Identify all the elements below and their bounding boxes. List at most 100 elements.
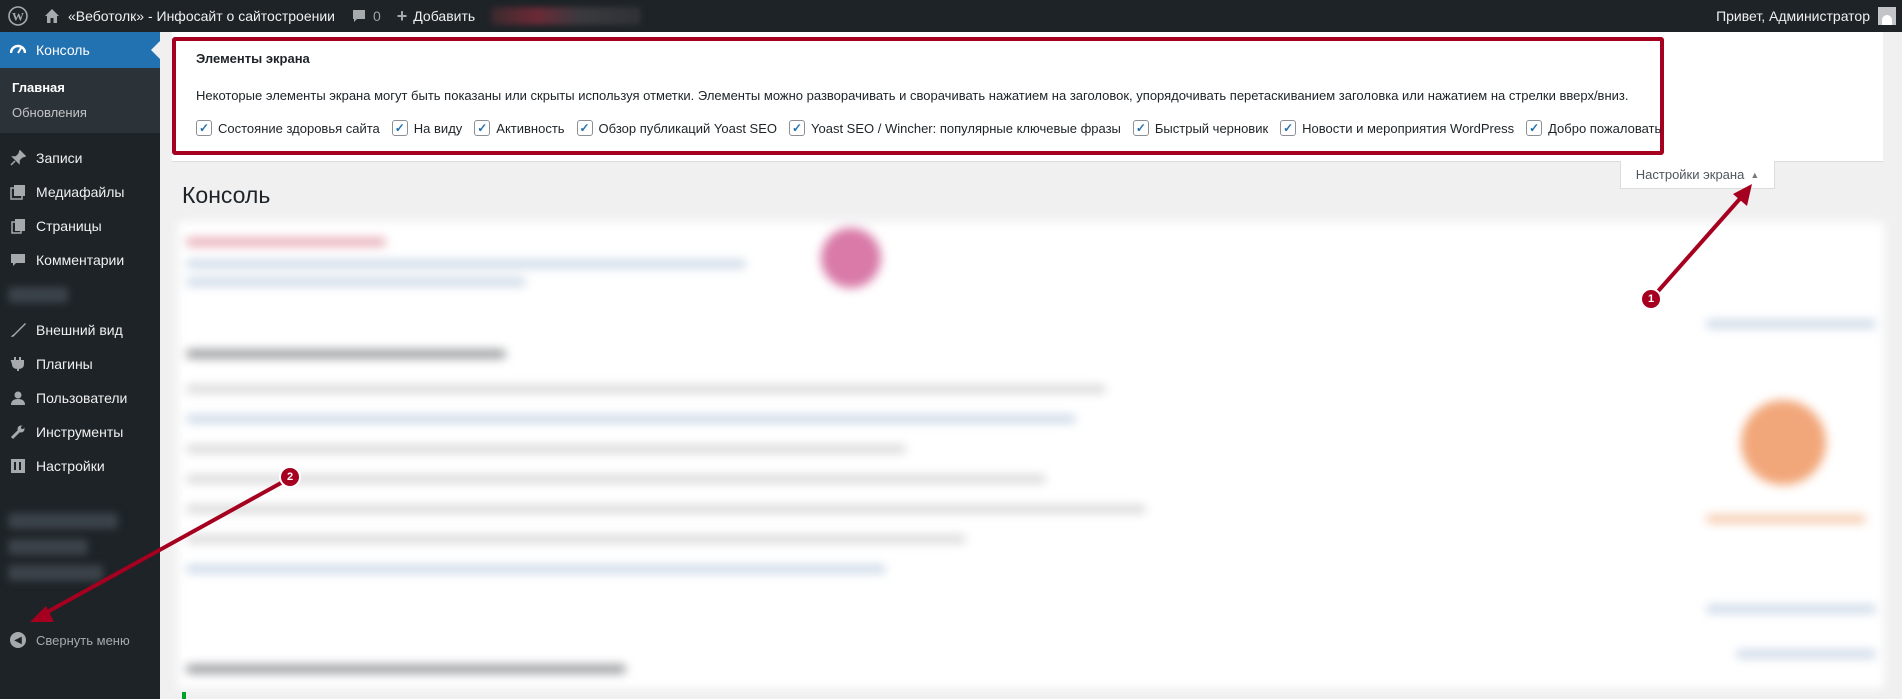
checkbox-checked[interactable]: ✓ xyxy=(391,120,408,136)
checkbox-checked[interactable]: ✓ xyxy=(1132,120,1149,136)
widget-accent xyxy=(182,692,186,699)
option-yoast-wincher[interactable]: ✓ Yoast SEO / Wincher: популярные ключевы… xyxy=(789,120,1121,136)
appearance-icon xyxy=(10,322,26,338)
console-submenu: Главная Обновления xyxy=(0,68,160,133)
menu-item-appearance[interactable]: Внешний вид xyxy=(0,313,160,347)
option-label: Новости и мероприятия WordPress xyxy=(1302,120,1515,136)
blurred-line xyxy=(186,278,526,286)
screen-options-highlight: Элементы экрана Некоторые элементы экран… xyxy=(172,37,1664,155)
greeting: Привет, Администратор xyxy=(1716,8,1870,24)
pin-icon xyxy=(10,150,26,166)
option-label: Добро пожаловать xyxy=(1548,120,1662,136)
submenu-item-updates[interactable]: Обновления xyxy=(0,100,160,125)
blurred-line xyxy=(186,445,906,453)
home-icon xyxy=(45,9,59,23)
menu-item-tools[interactable]: Инструменты xyxy=(0,415,160,449)
admin-menu: Консоль Главная Обновления Записи Медиаф… xyxy=(0,32,160,699)
option-label: Быстрый черновик xyxy=(1154,120,1269,136)
blurred-line xyxy=(186,475,1046,483)
option-site-health[interactable]: ✓ Состояние здоровья сайта xyxy=(196,120,380,136)
site-name: «Веботолк» - Инфосайт о сайтостроении xyxy=(68,8,335,24)
screen-options-panel: Элементы экрана Некоторые элементы экран… xyxy=(172,32,1883,162)
blurred-line xyxy=(186,260,746,268)
collapse-arrow-icon: ◀ xyxy=(10,632,26,648)
pages-icon xyxy=(10,218,26,234)
comments-link[interactable]: 0 xyxy=(343,0,389,32)
screen-options-checkboxes: ✓ Состояние здоровья сайта ✓ На виду ✓ Акти… xyxy=(196,120,1661,136)
collapse-menu-button[interactable]: ◀ Свернуть меню xyxy=(10,632,130,648)
blurred-line xyxy=(1736,650,1876,658)
arrow-up-icon: ▲ xyxy=(1750,169,1760,180)
menu-item-media[interactable]: Медиафайлы xyxy=(0,175,160,209)
blurred-menu-item xyxy=(8,539,88,555)
option-label: На виду xyxy=(413,120,463,136)
blurred-menu-item xyxy=(8,565,103,581)
users-icon xyxy=(10,390,26,406)
user-account-link[interactable]: Привет, Администратор xyxy=(1716,7,1902,25)
blurred-menu-item xyxy=(8,287,68,303)
annotation-badge-1: 1 xyxy=(1640,288,1662,310)
tools-icon xyxy=(10,424,26,440)
menu-item-label: Инструменты xyxy=(36,424,124,440)
blurred-line xyxy=(1706,320,1876,328)
option-label: Yoast SEO / Wincher: популярные ключевые… xyxy=(811,120,1121,136)
menu-item-posts[interactable]: Записи xyxy=(0,141,160,175)
option-activity[interactable]: ✓ Активность xyxy=(474,120,565,136)
avatar xyxy=(1878,7,1896,25)
menu-item-label: Пользователи xyxy=(36,390,128,406)
option-at-a-glance[interactable]: ✓ На виду xyxy=(391,120,463,136)
blurred-image xyxy=(1741,400,1826,485)
collapse-menu-label: Свернуть меню xyxy=(36,632,130,648)
page-title: Консоль xyxy=(182,182,271,208)
menu-item-label: Записи xyxy=(36,150,83,166)
checkbox-checked[interactable]: ✓ xyxy=(196,120,212,136)
dashboard-widgets-blurred xyxy=(176,220,1886,699)
comments-count: 0 xyxy=(372,8,381,24)
screen-options-toggle-label: Настройки экрана xyxy=(1635,167,1745,182)
plus-icon: + xyxy=(396,5,408,26)
checkbox-checked[interactable]: ✓ xyxy=(1526,120,1543,136)
menu-item-settings[interactable]: Настройки xyxy=(0,449,160,483)
menu-item-console[interactable]: Консоль xyxy=(0,32,160,68)
widget-panel xyxy=(176,220,1886,690)
admin-bar: W «Веботолк» - Инфосайт о сайтостроении … xyxy=(0,0,1902,32)
blurred-admin-item xyxy=(491,7,642,25)
checkbox-checked[interactable]: ✓ xyxy=(1280,120,1297,136)
menu-item-label: Настройки xyxy=(36,458,105,474)
blurred-line xyxy=(186,665,626,673)
blurred-line xyxy=(1706,515,1866,523)
submenu-item-home[interactable]: Главная xyxy=(0,75,160,100)
add-new-link[interactable]: + Добавить xyxy=(389,0,483,32)
site-name-link[interactable]: «Веботолк» - Инфосайт о сайтостроении xyxy=(36,0,343,32)
annotation-badge-2: 2 xyxy=(279,466,301,488)
wordpress-logo-icon[interactable]: W xyxy=(0,0,36,32)
checkbox-checked[interactable]: ✓ xyxy=(789,120,805,136)
comment-icon xyxy=(352,10,365,22)
checkbox-checked[interactable]: ✓ xyxy=(474,120,491,136)
dashboard-icon xyxy=(10,42,26,58)
menu-item-pages[interactable]: Страницы xyxy=(0,209,160,243)
screen-options-description: Некоторые элементы экрана могут быть пок… xyxy=(196,88,1629,103)
menu-item-label: Комментарии xyxy=(36,252,125,268)
option-quick-draft[interactable]: ✓ Быстрый черновик xyxy=(1132,120,1269,136)
option-wp-news[interactable]: ✓ Новости и мероприятия WordPress xyxy=(1280,120,1514,136)
add-new-label: Добавить xyxy=(413,8,476,24)
menu-item-label: Консоль xyxy=(36,42,90,58)
menu-item-users[interactable]: Пользователи xyxy=(0,381,160,415)
blurred-line xyxy=(186,385,1106,393)
comment-icon xyxy=(10,252,26,268)
blurred-line xyxy=(186,505,1146,513)
menu-item-comments[interactable]: Комментарии xyxy=(0,243,160,277)
screen-options-toggle-button[interactable]: Настройки экрана ▲ xyxy=(1620,161,1775,189)
menu-item-label: Страницы xyxy=(36,218,102,234)
option-welcome[interactable]: ✓ Добро пожаловать xyxy=(1526,120,1661,136)
blurred-line xyxy=(186,565,886,573)
menu-item-plugins[interactable]: Плагины xyxy=(0,347,160,381)
menu-item-label: Медиафайлы xyxy=(36,184,125,200)
option-yoast-overview[interactable]: ✓ Обзор публикаций Yoast SEO xyxy=(576,120,777,136)
option-label: Активность xyxy=(496,120,565,136)
blurred-line xyxy=(186,535,966,543)
svg-text:W: W xyxy=(12,10,24,24)
menu-item-label: Плагины xyxy=(36,356,93,372)
checkbox-checked[interactable]: ✓ xyxy=(576,120,593,136)
